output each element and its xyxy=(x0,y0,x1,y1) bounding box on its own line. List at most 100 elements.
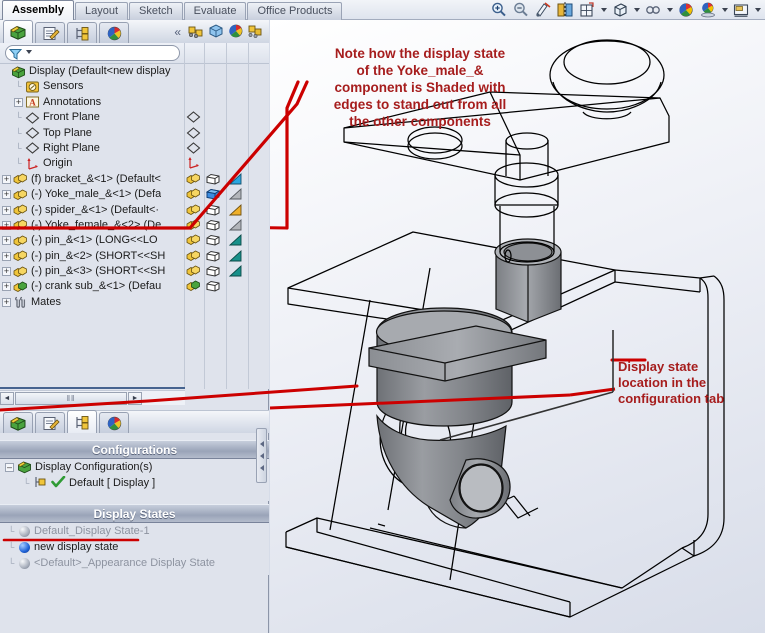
plane-icon[interactable] xyxy=(186,126,202,141)
expand-box[interactable]: + xyxy=(2,267,11,277)
tree-row[interactable]: └ Top Plane xyxy=(0,126,269,141)
expand-box[interactable]: + xyxy=(14,97,23,107)
feature-manager-tab[interactable] xyxy=(3,20,33,43)
display-state-row-appearance[interactable]: └ <Default>_Appearance Display State xyxy=(0,555,269,571)
expand-box[interactable]: + xyxy=(2,236,11,246)
expand-box[interactable]: + xyxy=(2,251,11,261)
cube-wireframe-icon[interactable] xyxy=(205,218,221,233)
part-yellow-icon[interactable] xyxy=(186,233,202,248)
view-settings-dropdown[interactable] xyxy=(755,8,761,12)
subassembly-icon[interactable] xyxy=(186,279,202,294)
cube-wireframe-icon[interactable] xyxy=(205,203,221,218)
tri-blue-icon[interactable] xyxy=(228,172,244,187)
display-state-row-default-1[interactable]: └ Default_Display State-1 xyxy=(0,523,269,539)
config-root-row[interactable]: – Display Configuration(s) xyxy=(0,459,269,475)
display-state-row-new[interactable]: └ new display state xyxy=(0,539,269,555)
cube-shaded-icon[interactable] xyxy=(205,187,221,202)
feature-manager-tab-2[interactable] xyxy=(3,412,33,433)
hide-show-icon[interactable] xyxy=(644,1,662,19)
tree-row[interactable]: └ Origin xyxy=(0,156,269,171)
zoom-in-icon[interactable] xyxy=(490,1,508,19)
cube-wireframe-icon[interactable] xyxy=(205,249,221,264)
part-yellow-icon[interactable] xyxy=(186,203,202,218)
tree-row[interactable]: + Mates xyxy=(0,295,269,310)
tree-row[interactable]: + (-) spider_&<1> (Default<· xyxy=(0,203,269,218)
tree-splitter[interactable] xyxy=(0,387,185,389)
scrollbar-thumb[interactable]: ‖‖ xyxy=(15,391,127,405)
tab-sketch[interactable]: Sketch xyxy=(129,2,183,20)
tree-row[interactable]: + (-) Yoke_female_&<2> (De xyxy=(0,218,269,233)
part-yellow-icon[interactable] xyxy=(186,264,202,279)
expand-box[interactable]: + xyxy=(2,190,11,200)
search-input[interactable] xyxy=(5,45,180,61)
tree-horizontal-scrollbar[interactable]: ◄ ‖‖ ► xyxy=(0,390,185,405)
collapse-box[interactable]: – xyxy=(5,462,14,472)
tree-row[interactable]: + (-) pin_&<2> (SHORT<<SH xyxy=(0,249,269,264)
appearance-icon[interactable] xyxy=(677,1,695,19)
tab-layout[interactable]: Layout xyxy=(74,2,129,20)
view-settings-icon[interactable] xyxy=(732,1,750,19)
property-manager-tab[interactable] xyxy=(35,22,65,43)
expand-box[interactable]: + xyxy=(2,297,11,307)
part-yellow-icon[interactable] xyxy=(186,249,202,264)
plane-icon[interactable] xyxy=(186,110,202,125)
scroll-right-button[interactable]: ► xyxy=(128,391,142,405)
expand-box[interactable]: + xyxy=(2,220,11,230)
tree-row[interactable]: + (-) pin_&<1> (LONG<<LO xyxy=(0,233,269,248)
tree-row[interactable]: + (-) pin_&<3> (SHORT<<SH xyxy=(0,264,269,279)
tree-row[interactable]: + (f) bracket_&<1> (Default< xyxy=(0,172,269,187)
tree-row[interactable]: + A Annotations xyxy=(0,95,269,110)
display-style-icon[interactable] xyxy=(611,1,629,19)
plane-icon[interactable] xyxy=(186,141,202,156)
expand-box[interactable]: + xyxy=(2,282,11,292)
panel-resize-grip[interactable] xyxy=(256,428,267,483)
tri-orange-icon[interactable] xyxy=(228,203,244,218)
cube-wireframe-icon[interactable] xyxy=(205,172,221,187)
property-manager-tab-2[interactable] xyxy=(35,412,65,433)
origin-icon[interactable] xyxy=(186,156,202,171)
view-orientation-icon[interactable] xyxy=(578,1,596,19)
tri-teal-icon[interactable] xyxy=(228,249,244,264)
view-orientation-dropdown[interactable] xyxy=(601,8,607,12)
part-yellow-icon[interactable] xyxy=(186,187,202,202)
tree-row[interactable]: └ Right Plane xyxy=(0,141,269,156)
mirror-icon[interactable] xyxy=(556,1,574,19)
display-manager-tab[interactable] xyxy=(99,22,129,43)
graphics-viewport[interactable]: Note how the display state of the Yoke_m… xyxy=(270,20,765,633)
configuration-manager-tab-2[interactable] xyxy=(67,410,97,433)
part-yellow-icon[interactable] xyxy=(186,218,202,233)
tree-row[interactable]: + (-) Yoke_male_&<1> (Defa xyxy=(0,187,269,202)
configuration-manager-tab[interactable] xyxy=(67,22,97,43)
tab-evaluate[interactable]: Evaluate xyxy=(183,2,247,20)
tree-row[interactable]: Display (Default<new display xyxy=(0,64,269,79)
assembly-transparency-icon[interactable] xyxy=(247,23,265,41)
hide-show-components-icon[interactable] xyxy=(187,23,205,41)
display-manager-tab-2[interactable] xyxy=(99,412,129,433)
tab-assembly[interactable]: Assembly xyxy=(2,0,74,20)
collapse-chevron-icon[interactable]: « xyxy=(174,25,181,39)
section-view-icon[interactable] xyxy=(534,1,552,19)
scene-icon[interactable] xyxy=(699,1,717,19)
expand-box[interactable]: + xyxy=(2,174,11,184)
edit-appearance-icon[interactable] xyxy=(227,23,245,41)
feature-tree[interactable]: Display (Default<new display └ Sensors + A An… xyxy=(0,64,269,389)
tri-gray-icon[interactable] xyxy=(228,218,244,233)
tri-teal-icon[interactable] xyxy=(228,233,244,248)
cube-wireframe-icon[interactable] xyxy=(205,279,221,294)
display-states-list[interactable]: └ Default_Display State-1 └ new display … xyxy=(0,523,269,575)
display-style-dropdown[interactable] xyxy=(634,8,640,12)
tab-office-products[interactable]: Office Products xyxy=(247,2,343,20)
tree-row[interactable]: └ Front Plane xyxy=(0,110,269,125)
tri-teal-icon[interactable] xyxy=(228,264,244,279)
config-default-row[interactable]: └ Default [ Display ] xyxy=(0,475,269,491)
part-yellow-icon[interactable] xyxy=(186,172,202,187)
cube-wireframe-icon[interactable] xyxy=(205,233,221,248)
tree-row[interactable]: + (-) crank sub_&<1> (Defau xyxy=(0,279,269,294)
scroll-left-button[interactable]: ◄ xyxy=(0,391,14,405)
filter-dropdown-caret[interactable] xyxy=(26,50,32,54)
zoom-out-icon[interactable] xyxy=(512,1,530,19)
configurations-tree[interactable]: – Display Configuration(s) └ Default [ D… xyxy=(0,459,269,501)
tri-gray-icon[interactable] xyxy=(228,187,244,202)
scene-dropdown[interactable] xyxy=(722,8,728,12)
tree-row[interactable]: └ Sensors xyxy=(0,79,269,94)
